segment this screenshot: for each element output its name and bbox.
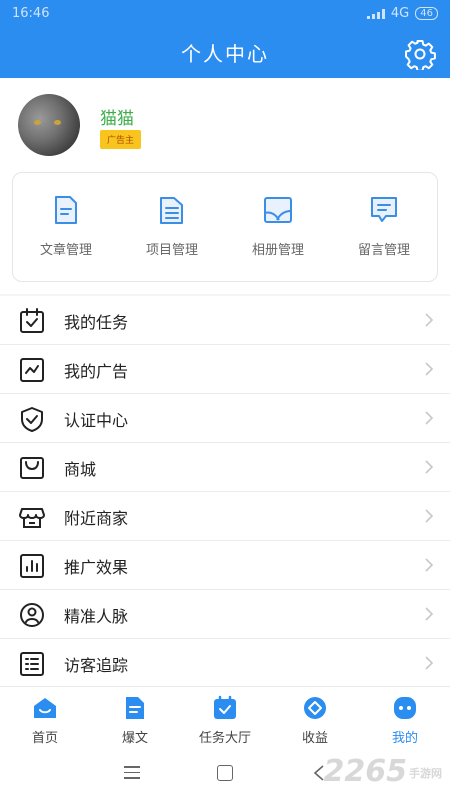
battery-indicator: 46 [415, 7, 438, 20]
menu-label-mall: 商城 [64, 460, 97, 479]
bar-chart-icon [20, 554, 44, 578]
tab-hot-articles-label: 爆文 [121, 731, 148, 746]
calendar-check-icon [20, 308, 44, 333]
avatar[interactable] [18, 94, 80, 156]
bag-icon [20, 457, 44, 479]
tab-task-hall[interactable]: 任务大厅 [180, 687, 270, 746]
menu-item-my-ads[interactable]: 我的广告 [0, 345, 450, 394]
menu-label-my-ads: 我的广告 [64, 362, 129, 381]
message-icon [371, 197, 397, 222]
chevron-right-icon [425, 411, 434, 425]
chevron-right-icon [425, 460, 434, 474]
avatar-eye-right [54, 120, 61, 125]
manage-section: 文章管理 项目管理 相册管理 留言管理 [0, 166, 450, 294]
menu-label-precise-contacts: 精准人脉 [64, 607, 129, 626]
menu-item-nearby-stores[interactable]: 附近商家 [0, 492, 450, 541]
app-header: 16:46 4G 46 个人中心 [0, 0, 450, 78]
signal-icon [366, 8, 385, 19]
manage-article-label: 文章管理 [39, 243, 92, 258]
network-label: 4G [390, 6, 410, 21]
profile-tab-icon [394, 697, 416, 719]
status-right: 4G 46 [366, 6, 438, 21]
earnings-icon [304, 697, 326, 719]
tab-earnings[interactable]: 收益 [270, 687, 360, 746]
tab-home-label: 首页 [31, 731, 58, 746]
task-icon [214, 695, 236, 719]
tab-hot-articles[interactable]: 爆文 [90, 687, 180, 746]
menu-label-visitor-tracking: 访客追踪 [64, 656, 129, 675]
status-time: 16:46 [12, 6, 50, 21]
home-icon [34, 698, 56, 718]
tab-mine[interactable]: 我的 [360, 687, 450, 746]
trend-icon [20, 358, 44, 382]
manage-message[interactable]: 留言管理 [331, 173, 437, 281]
manage-card: 文章管理 项目管理 相册管理 留言管理 [12, 172, 438, 282]
chevron-right-icon [425, 509, 434, 523]
tab-earnings-label: 收益 [301, 731, 328, 746]
manage-project-label: 项目管理 [145, 243, 198, 258]
menu-label-promotion-effect: 推广效果 [64, 558, 129, 577]
profile-section[interactable]: 猫猫 广告主 [0, 78, 450, 166]
menu-item-certification[interactable]: 认证中心 [0, 394, 450, 443]
manage-project[interactable]: 项目管理 [119, 173, 225, 281]
menu-item-precise-contacts[interactable]: 精准人脉 [0, 590, 450, 639]
project-icon [160, 197, 183, 224]
role-badge: 广告主 [100, 130, 142, 149]
system-nav-bar: 2265 手游网 [0, 746, 450, 800]
avatar-eye-left [34, 120, 41, 125]
tab-mine-label: 我的 [391, 731, 418, 746]
menu-icon[interactable] [124, 766, 140, 780]
doc-icon [126, 697, 144, 719]
shield-check-icon [21, 407, 43, 432]
manage-article[interactable]: 文章管理 [13, 173, 119, 281]
store-icon [19, 508, 45, 528]
person-icon [20, 603, 44, 627]
menu-item-promotion-effect[interactable]: 推广效果 [0, 541, 450, 590]
list-icon [20, 652, 44, 676]
chevron-right-icon [425, 656, 434, 670]
chevron-right-icon [425, 313, 434, 327]
tab-home[interactable]: 首页 [0, 687, 90, 746]
chevron-right-icon [425, 607, 434, 621]
chevron-right-icon [425, 362, 434, 376]
article-icon [55, 196, 77, 224]
menu-list: 我的任务 我的广告 认证中心 商城 附近商家 推广效果 精准人脉 访客追踪 [0, 296, 450, 688]
menu-label-certification: 认证中心 [64, 411, 129, 430]
status-bar: 16:46 4G 46 [0, 0, 450, 28]
manage-message-label: 留言管理 [357, 243, 410, 258]
home-button-icon[interactable] [217, 765, 233, 781]
username: 猫猫 [100, 109, 134, 129]
menu-item-my-tasks[interactable]: 我的任务 [0, 296, 450, 345]
watermark-suffix: 手游网 [409, 766, 442, 780]
menu-item-mall[interactable]: 商城 [0, 443, 450, 492]
chevron-right-icon [425, 558, 434, 572]
menu-item-visitor-tracking[interactable]: 访客追踪 [0, 639, 450, 688]
tab-task-hall-label: 任务大厅 [198, 731, 251, 746]
bottom-tab-bar: 首页 爆文 任务大厅 收益 我的 [0, 686, 450, 746]
page-title: 个人中心 [181, 42, 269, 66]
watermark-text: 2265 [323, 754, 408, 789]
album-icon [264, 197, 292, 223]
manage-album[interactable]: 相册管理 [225, 173, 331, 281]
menu-label-nearby-stores: 附近商家 [64, 509, 129, 528]
watermark: 2265 手游网 [324, 754, 443, 789]
gear-icon[interactable] [404, 38, 436, 70]
menu-label-my-tasks: 我的任务 [64, 313, 129, 332]
manage-album-label: 相册管理 [251, 243, 304, 258]
